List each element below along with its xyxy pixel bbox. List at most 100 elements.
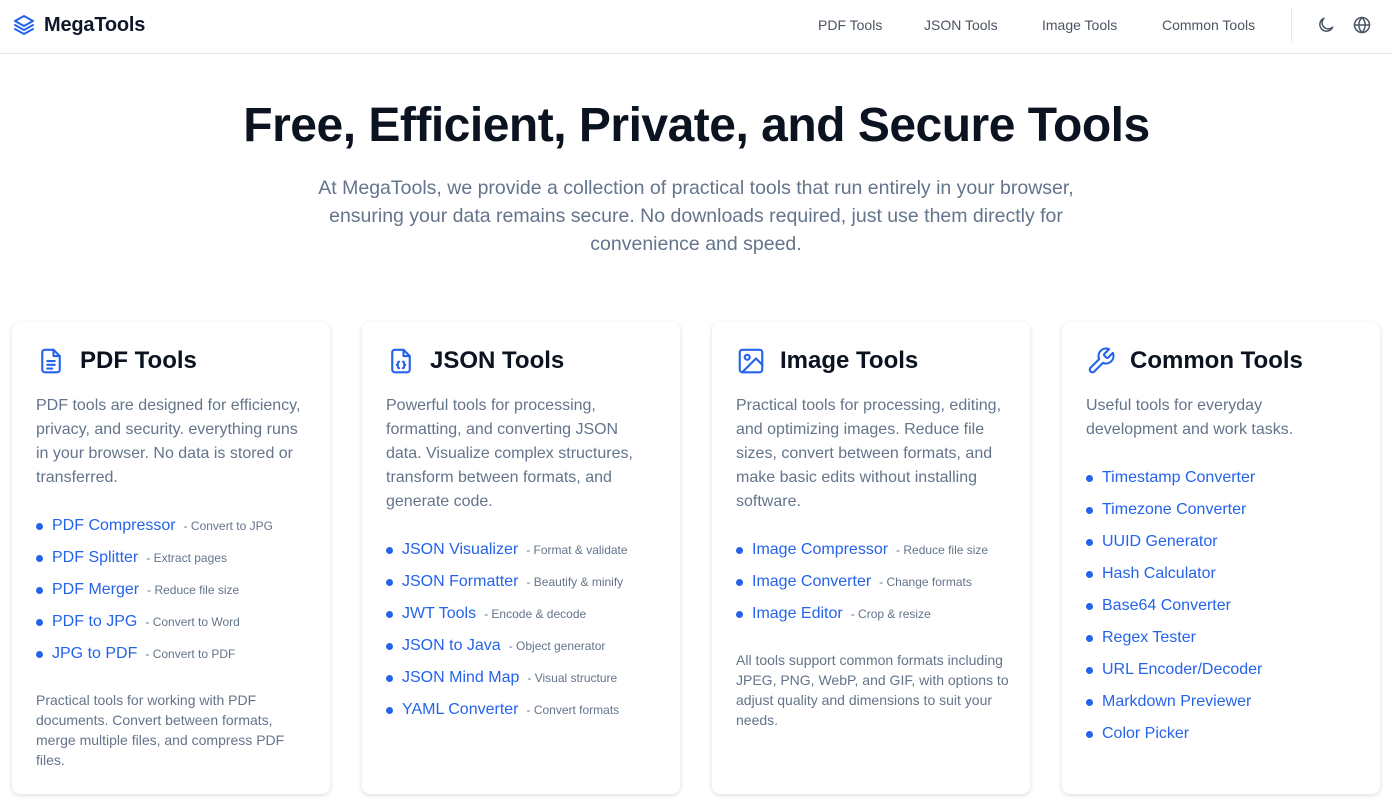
- tool-link-pdf-compressor[interactable]: PDF Compressor: [52, 517, 176, 535]
- list-item: JSON Visualizer - Format & validate: [386, 534, 676, 566]
- list-item: Timestamp Converter: [1086, 462, 1376, 494]
- list-item: PDF Compressor - Convert to JPG: [36, 510, 326, 542]
- tool-link-timestamp-converter[interactable]: Timestamp Converter: [1102, 469, 1255, 487]
- tool-note: - Change formats: [879, 575, 972, 589]
- card-title: Common Tools: [1130, 347, 1303, 374]
- tool-link-pdf-to-jpg[interactable]: PDF to JPG: [52, 613, 137, 631]
- bullet: [36, 586, 43, 594]
- tool-link-regex-tester[interactable]: Regex Tester: [1102, 629, 1196, 647]
- tool-note: - Format & validate: [526, 543, 628, 557]
- bullet: [1086, 666, 1093, 674]
- tool-note: - Object generator: [508, 639, 606, 653]
- tool-link-json-to-java[interactable]: JSON to Java: [402, 637, 501, 655]
- bullet: [36, 554, 43, 562]
- bullet: [36, 650, 43, 658]
- tool-link-image-compressor[interactable]: Image Compressor: [752, 541, 888, 559]
- tool-link-timezone-converter[interactable]: Timezone Converter: [1102, 501, 1246, 519]
- list-item: URL Encoder/Decoder: [1086, 654, 1376, 686]
- tool-note: - Convert to PDF: [145, 647, 236, 661]
- card-title: Image Tools: [780, 347, 919, 374]
- bullet: [36, 618, 43, 626]
- tool-list: JSON Visualizer - Format & validate JSON …: [386, 534, 676, 726]
- bullet: [1086, 602, 1093, 610]
- tool-link-image-converter[interactable]: Image Converter: [752, 573, 871, 591]
- document-icon: [36, 346, 66, 376]
- tool-note: - Encode & decode: [484, 607, 587, 621]
- tool-link-jwt-tools[interactable]: JWT Tools: [402, 605, 476, 623]
- list-item: JSON Formatter - Beautify & minify: [386, 566, 676, 598]
- tool-list: Timestamp Converter Timezone Converter U…: [1086, 462, 1376, 750]
- list-item: JWT Tools - Encode & decode: [386, 598, 676, 630]
- list-item: PDF to JPG - Convert to Word: [36, 606, 326, 638]
- json-tools-card: JSON Tools Powerful tools for processing…: [362, 322, 680, 794]
- nav-json-tools[interactable]: JSON Tools: [924, 17, 998, 33]
- list-item: UUID Generator: [1086, 526, 1376, 558]
- bullet: [386, 546, 393, 554]
- code-file-icon: [386, 346, 416, 376]
- bullet: [386, 610, 393, 618]
- tool-link-url-encoder-decoder[interactable]: URL Encoder/Decoder: [1102, 661, 1262, 679]
- theme-toggle-button[interactable]: [1315, 14, 1337, 36]
- card-header: Image Tools: [736, 345, 918, 377]
- language-button[interactable]: [1351, 14, 1373, 36]
- tool-link-hash-calculator[interactable]: Hash Calculator: [1102, 565, 1216, 583]
- list-item: JSON to Java - Object generator: [386, 630, 676, 662]
- card-description: PDF tools are designed for efficiency, p…: [36, 397, 301, 486]
- tool-list: Image Compressor - Reduce file size Image…: [736, 534, 1026, 630]
- list-item: JPG to PDF - Convert to PDF: [36, 638, 326, 670]
- tool-link-color-picker[interactable]: Color Picker: [1102, 725, 1189, 743]
- list-item: PDF Splitter - Extract pages: [36, 542, 326, 574]
- tool-link-json-mind-map[interactable]: JSON Mind Map: [402, 669, 519, 687]
- brand-name: MegaTools: [44, 13, 146, 36]
- tool-link-uuid-generator[interactable]: UUID Generator: [1102, 533, 1218, 551]
- list-item: Hash Calculator: [1086, 558, 1376, 590]
- list-item: Image Converter - Change formats: [736, 566, 1026, 598]
- list-item: Image Compressor - Reduce file size: [736, 534, 1026, 566]
- nav-pdf-tools[interactable]: PDF Tools: [818, 17, 882, 33]
- tool-note: - Convert formats: [526, 703, 620, 717]
- nav-common-tools[interactable]: Common Tools: [1162, 17, 1255, 33]
- card-header: Common Tools: [1086, 345, 1303, 377]
- list-item: YAML Converter - Convert formats: [386, 694, 676, 726]
- card-description: Practical tools for processing, editing,…: [736, 397, 1002, 510]
- tool-link-markdown-previewer[interactable]: Markdown Previewer: [1102, 693, 1251, 711]
- tool-list: PDF Compressor - Convert to JPG PDF Split…: [36, 510, 326, 670]
- tool-note: - Crop & resize: [850, 607, 931, 621]
- list-item: Color Picker: [1086, 718, 1376, 750]
- bullet: [386, 642, 393, 650]
- tool-note: - Convert to Word: [145, 615, 240, 629]
- bullet: [1086, 634, 1093, 642]
- tool-note: - Reduce file size: [147, 583, 240, 597]
- list-item: Regex Tester: [1086, 622, 1376, 654]
- card-header: JSON Tools: [386, 345, 564, 377]
- card-title: JSON Tools: [430, 347, 565, 374]
- tool-note: - Beautify & minify: [526, 575, 624, 589]
- brand-logo-link[interactable]: MegaTools: [12, 12, 145, 38]
- tool-link-pdf-merger[interactable]: PDF Merger: [52, 581, 139, 599]
- bullet: [736, 610, 743, 618]
- tool-note: - Convert to JPG: [183, 519, 273, 533]
- tool-link-pdf-splitter[interactable]: PDF Splitter: [52, 549, 138, 567]
- tool-link-json-visualizer[interactable]: JSON Visualizer: [402, 541, 518, 559]
- tool-link-yaml-converter[interactable]: YAML Converter: [402, 701, 518, 719]
- bullet: [1086, 730, 1093, 738]
- card-header: PDF Tools: [36, 345, 197, 377]
- pdf-tools-card: PDF Tools PDF tools are designed for eff…: [12, 322, 330, 794]
- hero-subtitle: At MegaTools, we provide a collection of…: [318, 177, 1074, 255]
- common-tools-card: Common Tools Useful tools for everyday d…: [1062, 322, 1380, 794]
- list-item: Markdown Previewer: [1086, 686, 1376, 718]
- list-item: PDF Merger - Reduce file size: [36, 574, 326, 606]
- list-item: Base64 Converter: [1086, 590, 1376, 622]
- tool-link-jpg-to-pdf[interactable]: JPG to PDF: [52, 645, 137, 663]
- bullet: [1086, 570, 1093, 578]
- tool-note: - Reduce file size: [896, 543, 989, 557]
- tool-link-json-formatter[interactable]: JSON Formatter: [402, 573, 518, 591]
- nav-image-tools[interactable]: Image Tools: [1042, 17, 1117, 33]
- moon-icon: [1316, 15, 1336, 35]
- tool-link-base64-converter[interactable]: Base64 Converter: [1102, 597, 1231, 615]
- layers-icon: [12, 13, 36, 37]
- bullet: [736, 578, 743, 586]
- globe-icon: [1352, 15, 1372, 35]
- hero-title: Free, Efficient, Private, and Secure Too…: [243, 99, 1150, 152]
- tool-link-image-editor[interactable]: Image Editor: [752, 605, 843, 623]
